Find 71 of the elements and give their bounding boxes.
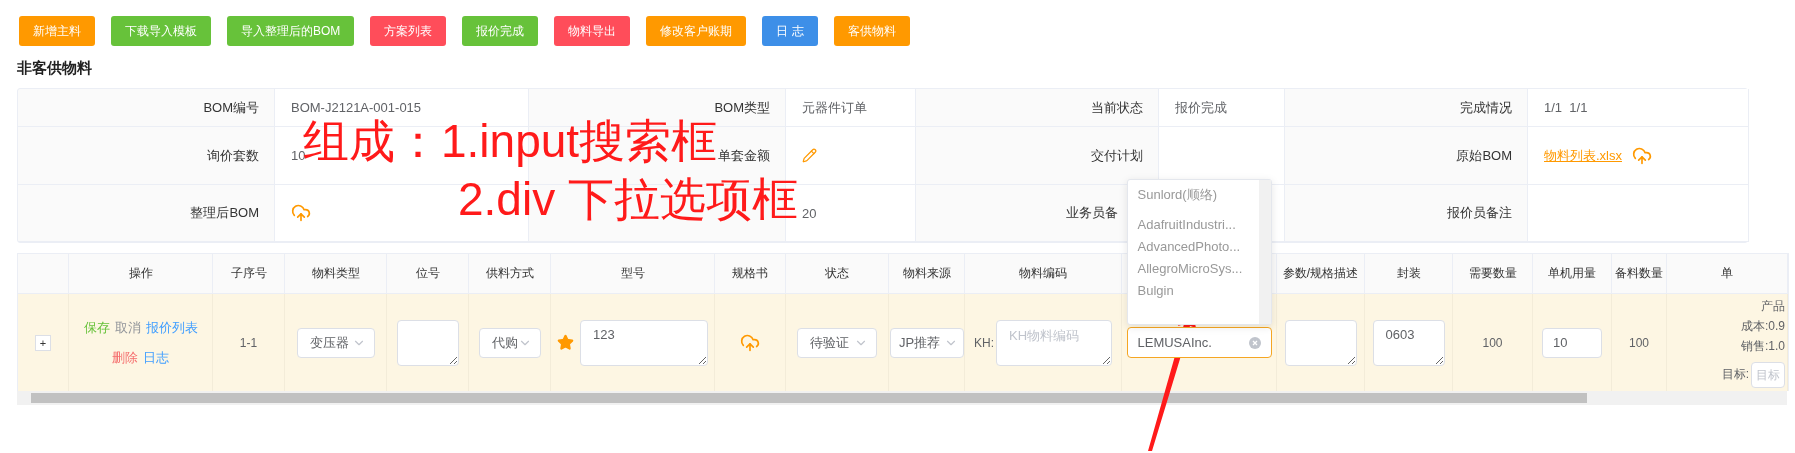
source-select[interactable]: JP推荐 (890, 327, 964, 358)
table-cell: 1-1 (239, 335, 258, 350)
field-value: 20 (802, 205, 817, 221)
horizontal-scrollbar[interactable] (17, 391, 1787, 405)
column-header: 子序号 (213, 254, 285, 294)
expand-button[interactable]: + (35, 334, 51, 351)
column-header: 物料类型 (285, 254, 387, 294)
toolbar-button[interactable]: 导入整理后的BOM (227, 16, 355, 46)
toolbar-button[interactable]: 修改客户账期 (646, 16, 747, 46)
column-header: 物料编码 (965, 254, 1122, 294)
target-label: 目标: (1721, 366, 1749, 383)
scrollbar-thumb[interactable] (31, 393, 1587, 403)
status-select[interactable]: 待验证 (797, 327, 877, 358)
combobox-value: LEMUSAInc. (1137, 335, 1213, 350)
column-header: 参数/规格描述 (1277, 254, 1365, 294)
price-text: 产品 (1761, 297, 1785, 315)
field-value: 报价完成 (1175, 98, 1227, 117)
cloud-upload-icon[interactable] (1632, 145, 1652, 166)
pencil-icon (802, 148, 817, 163)
price-text: 成本:0.9 (1741, 317, 1785, 335)
toolbar-button[interactable]: 下载导入模板 (111, 16, 211, 46)
row-action-link[interactable]: 日志 (143, 348, 169, 367)
row-action-link[interactable]: 报价列表 (145, 318, 198, 337)
star-icon (557, 334, 574, 351)
position-field[interactable] (396, 319, 459, 366)
field-value: 1/1 1/1 (1544, 100, 1588, 115)
row-action-link[interactable]: 删除 (112, 348, 138, 367)
file-link[interactable]: 物料列表.xlsx (1544, 146, 1622, 165)
column-header: 状态 (786, 254, 889, 294)
column-header: 物料来源 (889, 254, 965, 294)
usage-field[interactable]: 10 (1542, 327, 1602, 358)
toolbar-button[interactable]: 报价完成 (462, 16, 539, 46)
clear-icon[interactable] (1248, 336, 1261, 349)
toolbar-button[interactable]: 日 志 (762, 16, 818, 46)
column-header: 供料方式 (469, 254, 551, 294)
type-select[interactable]: 变压器 (296, 327, 375, 358)
dropdown-option[interactable]: AllegroMicroSys... (1127, 258, 1259, 280)
cloud-upload-icon[interactable] (740, 332, 760, 353)
field-value: BOM-J2121A-001-015 (291, 100, 422, 115)
row-action-link[interactable]: 取消 (114, 318, 141, 337)
code-prefix: KH: (974, 335, 994, 350)
table-cell: 100 (1482, 335, 1503, 350)
column-header: 型号 (551, 254, 715, 294)
code-field[interactable]: KH物料编码 (996, 319, 1112, 366)
field-value: 元器件订单 (802, 98, 867, 117)
column-header: 单机用量 (1533, 254, 1612, 294)
toolbar-button[interactable]: 新增主料 (19, 16, 95, 46)
column-header: 单 (1667, 254, 1788, 294)
row-action-link[interactable]: 保存 (83, 318, 110, 337)
spec-field[interactable] (1284, 319, 1357, 366)
supply-select[interactable]: 代购 (478, 327, 541, 358)
toolbar-button[interactable]: 物料导出 (554, 16, 631, 46)
target-field[interactable]: 目标 (1751, 361, 1785, 388)
toolbar-button[interactable]: 方案列表 (370, 16, 447, 46)
column-header: 封装 (1365, 254, 1453, 294)
column-header: 位号 (387, 254, 469, 294)
price-text: 销售:1.0 (1741, 337, 1785, 355)
column-header: 操作 (69, 254, 213, 294)
cloud-upload-icon[interactable] (291, 203, 311, 223)
column-header: 需要数量 (1453, 254, 1533, 294)
scrollbar[interactable] (1258, 180, 1271, 324)
table-cell: 100 (1629, 335, 1649, 350)
model-field[interactable]: 123 (580, 319, 708, 366)
toolbar-button[interactable]: 客供物料 (833, 16, 910, 46)
brand-combobox[interactable]: LEMUSAInc. (1126, 327, 1272, 358)
section-title: 非客供物料 (17, 59, 93, 78)
package-field[interactable]: 0603 (1372, 319, 1445, 366)
column-header: 备料数量 (1612, 254, 1667, 294)
annotation-text: 2.div 下拉选项框 (458, 176, 798, 222)
column-header: 规格书 (715, 254, 786, 294)
dropdown-option[interactable]: Bulgin (1127, 280, 1259, 302)
